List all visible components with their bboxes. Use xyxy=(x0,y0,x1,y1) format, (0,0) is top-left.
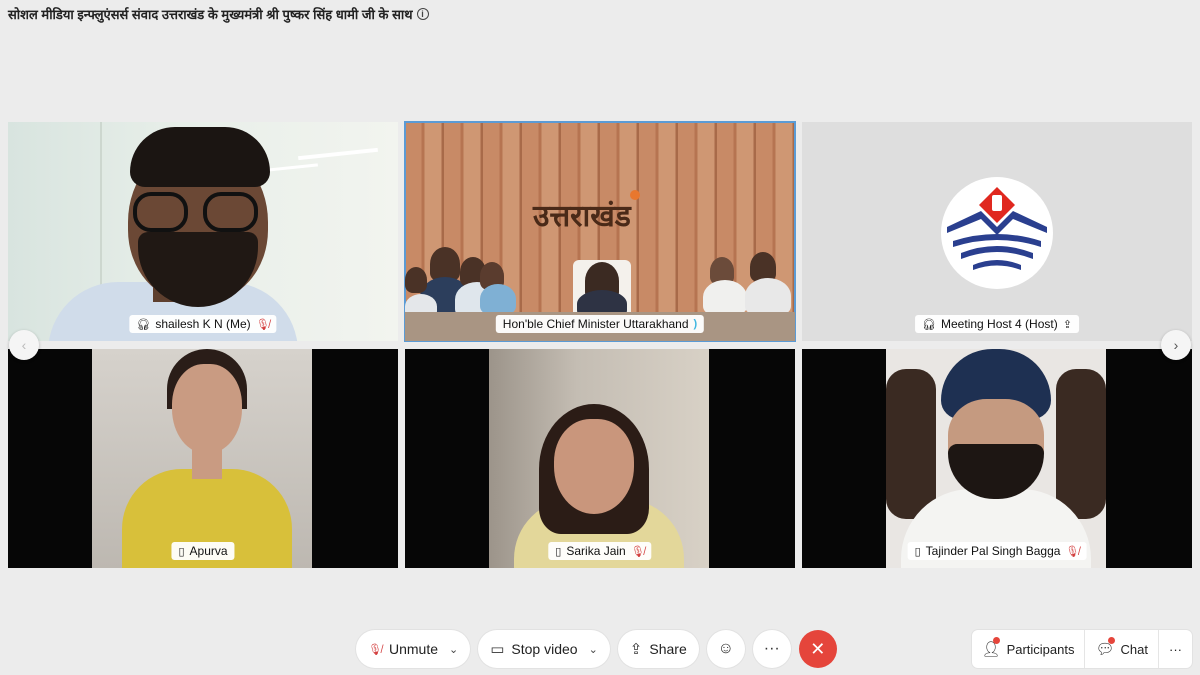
video-grid: 🎧︎ shailesh K N (Me) 🎙︎̸ उत्तराखंड Hon'b… xyxy=(8,121,1192,568)
video-tile-apurva[interactable]: ▯ Apurva xyxy=(8,349,398,568)
leave-meeting-button[interactable]: ✕ xyxy=(798,630,837,668)
mic-muted-icon: 🎙︎̸ xyxy=(630,545,645,558)
more-dots-icon: ··· xyxy=(763,640,780,657)
meeting-title-text: सोशल मीडिया इन्फ्लुएंसर्स संवाद उत्तराखं… xyxy=(8,7,413,22)
next-page-button[interactable]: › xyxy=(1161,330,1191,360)
share-icon: ⇪ xyxy=(629,641,643,658)
headphone-icon: 🎧︎ xyxy=(136,318,151,331)
panel-more-button[interactable]: ··· xyxy=(1159,630,1192,668)
participant-video xyxy=(1056,369,1106,519)
smiley-icon: ☺ xyxy=(717,640,734,657)
mobile-icon: ▯ xyxy=(555,545,562,558)
participant-video xyxy=(172,364,242,454)
video-camera-icon: ▭ xyxy=(490,641,505,658)
participant-video xyxy=(133,192,263,232)
headphone-icon: 🎧︎ xyxy=(922,318,937,331)
info-icon[interactable]: i xyxy=(416,8,429,20)
participant-name: shailesh K N (Me) xyxy=(155,317,251,331)
participant-video xyxy=(745,278,791,314)
participant-name: Meeting Host 4 (Host) xyxy=(941,317,1058,331)
ceiling-light xyxy=(298,147,378,161)
notification-dot xyxy=(992,637,1000,644)
participant-video xyxy=(192,449,222,479)
chat-label: Chat xyxy=(1120,641,1148,657)
participant-video xyxy=(203,192,258,232)
video-tile-tajinder[interactable]: ▯ Tajinder Pal Singh Bagga 🎙︎̸ xyxy=(802,349,1192,568)
participant-name: Tajinder Pal Singh Bagga xyxy=(925,544,1061,558)
unmute-button[interactable]: 🎙︎̸ Unmute ⌄ xyxy=(356,630,471,668)
stop-video-label: Stop video xyxy=(511,641,578,657)
unmute-label: Unmute xyxy=(388,641,438,657)
chat-button[interactable]: 💬︎ Chat xyxy=(1085,630,1159,668)
participant-name: Apurva xyxy=(189,544,228,558)
mobile-icon: ▯ xyxy=(178,545,185,558)
name-tag: ▯ Tajinder Pal Singh Bagga 🎙︎̸ xyxy=(907,542,1087,560)
participant-video xyxy=(405,267,427,293)
participant-video xyxy=(554,419,634,514)
share-button[interactable]: ⇪ Share xyxy=(617,630,699,668)
mic-muted-icon: 🎙︎̸ xyxy=(255,318,270,331)
logo-sun xyxy=(630,190,640,200)
more-dots-icon: ··· xyxy=(1169,641,1182,657)
participant-video xyxy=(703,280,747,314)
mobile-icon: ▯ xyxy=(914,545,921,558)
video-tile-shailesh[interactable]: 🎧︎ shailesh K N (Me) 🎙︎̸ xyxy=(8,122,398,341)
participants-button[interactable]: 👤︎ Participants xyxy=(972,630,1086,668)
participant-video xyxy=(489,349,709,568)
participants-label: Participants xyxy=(1006,641,1075,657)
more-options-button[interactable]: ··· xyxy=(752,630,791,668)
previous-page-button[interactable]: ‹ xyxy=(9,330,39,360)
participant-video xyxy=(480,284,516,314)
video-tile-meeting-host[interactable]: 🎧︎ Meeting Host 4 (Host) ⇪ xyxy=(802,122,1192,341)
close-icon: ✕ xyxy=(810,638,826,659)
reactions-button[interactable]: ☺ xyxy=(706,630,745,668)
participant-video xyxy=(886,369,936,519)
share-label: Share xyxy=(649,641,687,657)
participant-video xyxy=(430,247,460,281)
meeting-toolbar: 🎙︎̸ Unmute ⌄ ▭ Stop video ⌄ ⇪ Share ☺ ··… xyxy=(356,630,837,668)
chevron-right-icon: › xyxy=(1173,337,1179,353)
uttarakhand-emblem-logo xyxy=(941,177,1053,289)
chevron-left-icon: ‹ xyxy=(21,337,27,353)
emblem-graphic xyxy=(947,187,1047,270)
participant-name: Hon'ble Chief Minister Uttarakhand xyxy=(502,317,689,331)
participant-video xyxy=(133,192,188,232)
side-panel-toolbar: 👤︎ Participants 💬︎ Chat ··· xyxy=(971,630,1192,668)
name-tag: ▯ Sarika Jain 🎙︎̸ xyxy=(548,542,652,560)
chevron-down-icon[interactable]: ⌄ xyxy=(449,643,458,656)
screen-share-icon: ⇪ xyxy=(1062,318,1072,331)
mic-muted-icon: 🎙︎̸ xyxy=(1065,545,1080,558)
name-tag: ▯ Apurva xyxy=(171,542,235,560)
uttarakhand-logo-text: उत्तराखंड xyxy=(533,199,631,234)
participant-video xyxy=(130,127,270,187)
speaking-indicator-icon: ) xyxy=(693,318,698,330)
meeting-title: सोशल मीडिया इन्फ्लुएंसर्स संवाद उत्तराखं… xyxy=(8,5,429,23)
chevron-down-icon[interactable]: ⌄ xyxy=(589,643,598,656)
name-tag: 🎧︎ Meeting Host 4 (Host) ⇪ xyxy=(915,315,1079,333)
participant-name: Sarika Jain xyxy=(566,544,626,558)
video-tile-sarika-jain[interactable]: ▯ Sarika Jain 🎙︎̸ xyxy=(405,349,795,568)
mic-muted-icon: 🎙︎̸ xyxy=(368,643,382,656)
participant-video xyxy=(886,349,1106,568)
name-tag: 🎧︎ shailesh K N (Me) 🎙︎̸ xyxy=(129,315,277,333)
video-tile-chief-minister[interactable]: उत्तराखंड Hon'ble Chief Minister Uttarak… xyxy=(404,121,796,342)
stop-video-button[interactable]: ▭ Stop video ⌄ xyxy=(478,630,610,668)
participant-video xyxy=(92,349,312,568)
name-tag: Hon'ble Chief Minister Uttarakhand ) xyxy=(495,315,705,333)
